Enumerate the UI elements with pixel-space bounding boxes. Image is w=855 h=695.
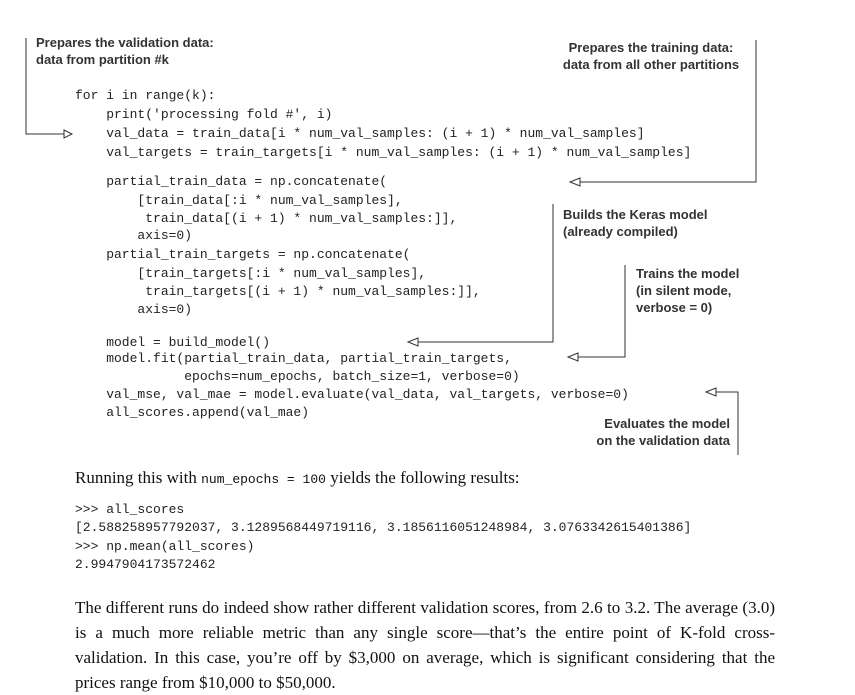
code-line: [train_targets[:i * num_val_samples], — [75, 266, 427, 281]
code-line: partial_train_data = np.concatenate( — [75, 174, 388, 189]
code-line: val_data = train_data[i * num_val_sample… — [75, 126, 645, 141]
code-line: train_targets[(i + 1) * num_val_samples:… — [75, 284, 481, 299]
code-line: print('processing fold #', i) — [75, 107, 333, 122]
annotation-validation-line1: Prepares the validation data: — [36, 35, 214, 50]
annotation-train-line1: Trains the model — [636, 266, 740, 281]
code-line: for i in range(k): — [75, 88, 216, 103]
body-paragraph: The different runs do indeed show rather… — [75, 598, 775, 692]
annotation-evaluate-line2: on the validation data — [596, 433, 730, 448]
annotation-train-line3: verbose = 0) — [636, 300, 713, 315]
results-intro-code: num_epochs = 100 — [201, 472, 326, 487]
code-line: axis=0) — [75, 302, 193, 317]
code-line: epochs=num_epochs, batch_size=1, verbose… — [75, 369, 520, 384]
annotation-validation: Prepares the validation data: data from … — [36, 34, 214, 68]
annotation-train-line2: (in silent mode, — [636, 283, 732, 298]
annotation-evaluate-line1: Evaluates the model — [604, 416, 730, 431]
console-line: 2.9947904173572462 — [75, 557, 216, 572]
code-line: all_scores.append(val_mae) — [75, 405, 310, 420]
code-line: model.fit(partial_train_data, partial_tr… — [75, 351, 512, 366]
code-line: val_mse, val_mae = model.evaluate(val_da… — [75, 387, 629, 402]
console-line: [2.588258957792037, 3.1289568449719116, … — [75, 520, 692, 535]
annotation-validation-line2: data from partition #k — [36, 52, 169, 67]
code-line: axis=0) — [75, 228, 193, 243]
annotation-build-line2: (already compiled) — [563, 224, 678, 239]
code-line: val_targets = train_targets[i * num_val_… — [75, 145, 692, 160]
annotation-train-model: Trains the model (in silent mode, verbos… — [636, 265, 739, 316]
annotation-evaluate: Evaluates the model on the validation da… — [582, 415, 730, 449]
annotation-training-line1: Prepares the training data: — [568, 40, 734, 55]
annotation-build-line1: Builds the Keras model — [563, 207, 708, 222]
console-line: >>> np.mean(all_scores) — [75, 539, 255, 554]
annotation-build-model: Builds the Keras model (already compiled… — [563, 206, 707, 240]
results-intro: Running this with num_epochs = 100 yield… — [75, 465, 775, 492]
console-line: >>> all_scores — [75, 502, 185, 517]
annotation-training-line2: data from all other partitions — [562, 57, 740, 72]
results-intro-after: yields the following results: — [325, 468, 520, 487]
annotation-training: Prepares the training data: data from al… — [556, 39, 746, 73]
results-intro-before: Running this with — [75, 468, 202, 487]
code-line: [train_data[:i * num_val_samples], — [75, 193, 403, 208]
code-line: partial_train_targets = np.concatenate( — [75, 247, 411, 262]
